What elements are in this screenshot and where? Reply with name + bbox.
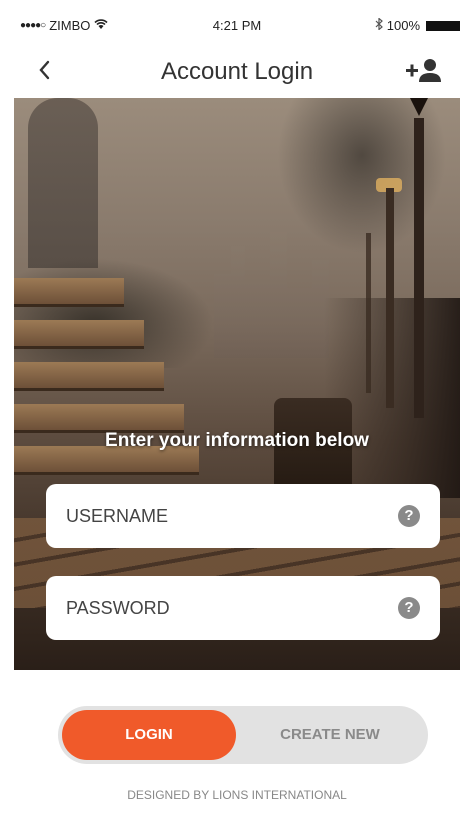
add-user-icon [406, 59, 441, 82]
status-bar: ●●●●○ ZIMBO 4:21 PM 100% [14, 0, 460, 48]
bluetooth-icon [375, 17, 383, 33]
battery-icon [426, 20, 460, 31]
lamp-post [386, 188, 394, 408]
page-title: Account Login [160, 58, 314, 85]
footer-credit: DESIGNED BY LIONS INTERNATIONAL [127, 788, 347, 802]
lamp-head [410, 98, 428, 116]
bench-slat [14, 404, 184, 433]
phone-screen: ●●●●○ ZIMBO 4:21 PM 100% Account Login E… [14, 0, 460, 822]
nav-bar: Account Login [14, 48, 460, 98]
lamp-post [414, 118, 424, 418]
password-field[interactable]: ? [46, 576, 440, 640]
hero-background: Enter your information below ? ? [14, 98, 460, 670]
form-headline: Enter your information below [105, 430, 369, 451]
add-user-button[interactable] [404, 56, 444, 88]
password-input[interactable] [66, 576, 366, 640]
help-icon[interactable]: ? [398, 597, 420, 619]
background-tower [28, 98, 98, 268]
lamp-post [366, 233, 371, 393]
username-input[interactable] [66, 484, 366, 548]
status-right: 100% [375, 17, 460, 33]
bench-slat [14, 362, 164, 391]
login-create-toggle: LOGIN CREATE NEW [58, 706, 428, 764]
login-button[interactable]: LOGIN [62, 710, 236, 760]
bench-slat [14, 278, 124, 307]
create-new-button[interactable]: CREATE NEW [236, 710, 424, 760]
bench-slat [14, 320, 144, 349]
battery-percent: 100% [386, 18, 420, 33]
help-icon[interactable]: ? [398, 505, 420, 527]
username-field[interactable]: ? [46, 484, 440, 548]
